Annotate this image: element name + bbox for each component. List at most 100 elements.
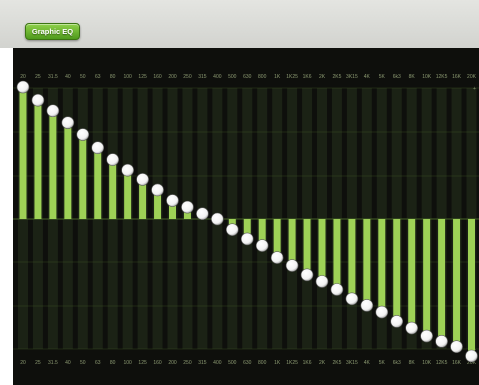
freq-label-bottom: 1K6 — [303, 360, 312, 366]
eq-band-knob[interactable] — [61, 116, 75, 129]
freq-label-top: 630 — [243, 74, 252, 80]
eq-band-knob[interactable] — [450, 340, 463, 353]
eq-band-knob[interactable] — [390, 315, 404, 328]
freq-label-top: 800 — [258, 74, 267, 80]
freq-label-top: 6k3 — [393, 74, 401, 80]
eq-band-bar — [378, 219, 386, 313]
freq-label-top: 250 — [183, 74, 192, 80]
eq-band-knob[interactable] — [255, 239, 269, 252]
eq-band-bar — [79, 134, 87, 219]
eq-band-knob[interactable] — [360, 299, 374, 312]
freq-label-top: 10K — [422, 74, 432, 80]
freq-label-bottom: 500 — [228, 360, 237, 366]
eq-band-knob[interactable] — [46, 104, 60, 118]
freq-label-top: 31.5 — [48, 74, 58, 80]
eq-band-knob[interactable] — [106, 153, 119, 166]
eq-band-bar — [49, 110, 57, 219]
eq-band-knob[interactable] — [31, 93, 45, 107]
eq-band-knob[interactable] — [375, 305, 389, 319]
eq-band-knob[interactable] — [345, 292, 359, 306]
freq-label-top: 80 — [110, 74, 116, 80]
freq-label-bottom: 12K5 — [436, 360, 448, 366]
eq-band-bar — [19, 87, 27, 219]
eq-band-knob[interactable] — [76, 128, 90, 141]
eq-band-knob[interactable] — [240, 232, 254, 246]
freq-label-bottom: 4K — [364, 360, 371, 366]
eq-band-knob[interactable] — [330, 283, 344, 296]
freq-label-top: 1K25 — [286, 74, 298, 80]
eq-band-bar — [94, 147, 102, 219]
freq-label-bottom: 16K — [452, 360, 462, 366]
freq-label-bottom: 20 — [20, 360, 26, 366]
freq-label-top: 1K6 — [303, 74, 312, 80]
eq-band-knob[interactable] — [420, 329, 433, 343]
eq-band-bar — [124, 170, 132, 219]
eq-band-knob[interactable] — [405, 321, 419, 335]
eq-band-bar — [453, 219, 461, 347]
eq-band-knob[interactable] — [435, 335, 448, 348]
freq-label-bottom: 250 — [183, 360, 192, 366]
eq-band-knob[interactable] — [285, 259, 299, 272]
freq-label-bottom: 2K — [319, 360, 326, 366]
eq-band-bar — [438, 219, 446, 342]
eq-band-bar — [64, 122, 72, 219]
freq-label-bottom: 200 — [168, 360, 177, 366]
eq-band-bar — [408, 219, 416, 329]
eq-band-knob[interactable] — [166, 194, 179, 207]
eq-band-bar — [34, 100, 42, 219]
freq-label-bottom: 1K — [274, 360, 281, 366]
freq-label-bottom: 800 — [258, 360, 267, 366]
eq-band-knob[interactable] — [151, 183, 164, 197]
freq-label-bottom: 3K15 — [346, 360, 358, 366]
freq-label-top: 315 — [198, 74, 207, 80]
freq-label-bottom: 100 — [123, 360, 132, 366]
eq-band-knob[interactable] — [181, 200, 194, 214]
freq-label-bottom: 400 — [213, 360, 222, 366]
freq-label-top: 12K5 — [436, 74, 448, 80]
freq-label-top: 200 — [168, 74, 177, 80]
eq-band-bar — [109, 159, 117, 219]
eq-band-knob[interactable] — [196, 207, 209, 221]
eq-band-knob[interactable] — [226, 223, 239, 236]
eq-band-knob[interactable] — [136, 173, 149, 186]
eq-band-bar — [423, 219, 431, 337]
eq-band-bar — [363, 219, 371, 306]
eq-band-knob[interactable] — [211, 212, 224, 226]
freq-label-top: 2K — [319, 74, 326, 80]
freq-label-bottom: 315 — [198, 360, 207, 366]
eq-band-bar — [393, 219, 401, 322]
freq-label-top: 50 — [80, 74, 86, 80]
eq-band-knob[interactable] — [465, 349, 478, 363]
eq-band-knob[interactable] — [91, 141, 105, 155]
eq-band-knob[interactable] — [315, 275, 329, 288]
freq-label-top: 25 — [35, 74, 41, 80]
freq-label-top: 16K — [452, 74, 462, 80]
graphic-eq-button[interactable]: Graphic EQ — [25, 23, 80, 40]
freq-label-top: 1K — [274, 74, 281, 80]
freq-label-top: 100 — [123, 74, 132, 80]
freq-label-bottom: 125 — [138, 360, 147, 366]
freq-label-top: 500 — [228, 74, 237, 80]
freq-label-bottom: 63 — [95, 360, 101, 366]
eq-band-bar — [318, 219, 326, 282]
eq-band-bar — [303, 219, 311, 275]
eq-band-bar — [288, 219, 296, 266]
freq-label-bottom: 2K5 — [332, 360, 341, 366]
header-bar: Graphic EQ — [0, 0, 479, 48]
eq-band-knob[interactable] — [121, 163, 134, 177]
eq-band-knob[interactable] — [270, 251, 284, 264]
eq-band-knob[interactable] — [16, 80, 30, 94]
freq-label-top: 2K5 — [332, 74, 341, 80]
freq-label-top: 125 — [138, 74, 147, 80]
freq-label-top: 4K — [364, 74, 371, 80]
eq-band-knob[interactable] — [300, 268, 314, 282]
freq-label-top: 20 — [20, 74, 26, 80]
freq-label-bottom: 1K25 — [286, 360, 298, 366]
freq-label-bottom: 31.5 — [48, 360, 58, 366]
freq-label-top: 5K — [379, 74, 386, 80]
freq-label-bottom: 40 — [65, 360, 71, 366]
graphic-eq-panel: ++2020252531.531.54040505063638080100100… — [13, 48, 479, 385]
freq-label-top: 8K — [409, 74, 416, 80]
freq-label-bottom: 8K — [409, 360, 416, 366]
freq-label-bottom: 6k3 — [393, 360, 401, 366]
